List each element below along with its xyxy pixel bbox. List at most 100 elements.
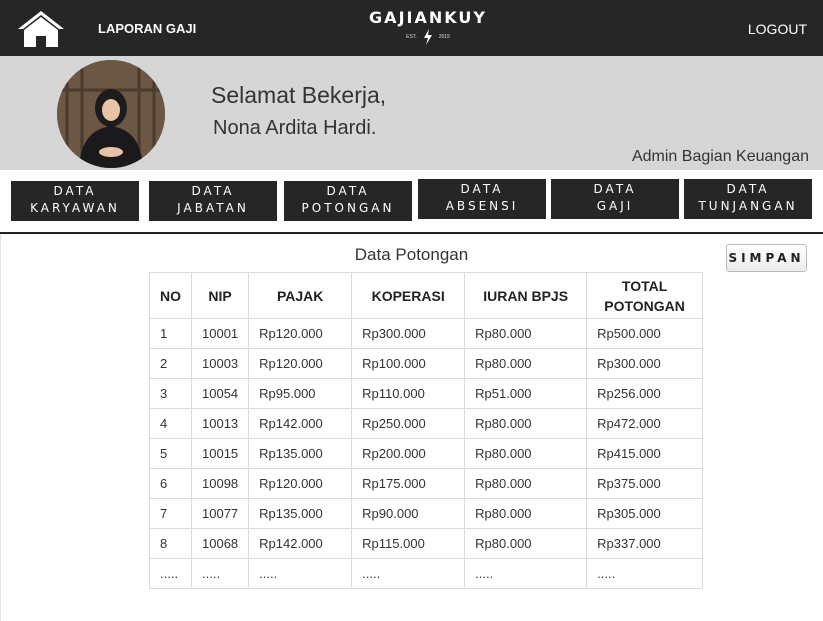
save-button[interactable]: SIMPAN <box>726 244 807 272</box>
menu-data-karyawan[interactable]: DATA KARYAWAN <box>11 181 139 221</box>
cell-koperasi: Rp175.000 <box>351 468 466 499</box>
cell-nip: 10098 <box>190 468 250 499</box>
cell-nip: 10015 <box>190 438 250 469</box>
cell-total-potongan: Rp305.000 <box>586 498 703 529</box>
menu-line1: DATA <box>726 182 770 196</box>
table-row: 6 10098 Rp120.000 Rp175.000 Rp80.000 Rp375.00… <box>149 468 703 499</box>
cell-total-potongan: Rp415.000 <box>586 438 703 469</box>
brand-year: 2019 <box>438 34 450 40</box>
menu-line1: DATA <box>326 184 370 198</box>
cell-nip: ..... <box>190 558 250 589</box>
cell-nip: 10013 <box>190 408 250 439</box>
avatar <box>57 60 165 168</box>
table-row: 4 10013 Rp142.000 Rp250.000 Rp80.000 Rp472.00… <box>149 408 703 439</box>
cell-koperasi: Rp250.000 <box>351 408 466 439</box>
cell-no: ..... <box>149 558 192 589</box>
menu-line2: TUNJANGAN <box>698 199 798 213</box>
cell-total-potongan: Rp375.000 <box>586 468 703 499</box>
table-row: 2 10003 Rp120.000 Rp100.000 Rp80.000 Rp300.00… <box>149 348 703 379</box>
cell-no: 2 <box>149 348 192 379</box>
menu-line1: DATA <box>53 184 97 198</box>
header-nip: NIP <box>190 272 250 319</box>
cell-koperasi: ..... <box>351 558 466 589</box>
home-button[interactable] <box>16 9 66 49</box>
menu-line1: DATA <box>460 182 504 196</box>
logout-link[interactable]: LOGOUT <box>748 21 807 37</box>
menu-data-potongan[interactable]: DATA POTONGAN <box>284 181 412 221</box>
header-no: NO <box>149 272 192 319</box>
cell-nip: 10001 <box>190 318 250 349</box>
top-navbar: LAPORAN GAJI GAJIANKUY EST. 2019 LOGOUT <box>0 0 823 56</box>
header-pajak: PAJAK <box>248 272 353 319</box>
cell-total-potongan: ..... <box>586 558 703 589</box>
cell-iuran-bpjs: Rp80.000 <box>464 498 588 529</box>
cell-koperasi: Rp200.000 <box>351 438 466 469</box>
cell-total-potongan: Rp256.000 <box>586 378 703 409</box>
cell-no: 8 <box>149 528 192 559</box>
cell-no: 3 <box>149 378 192 409</box>
header-koperasi: KOPERASI <box>351 272 466 319</box>
menu-data-gaji[interactable]: DATA GAJI <box>551 179 679 219</box>
table-header-row: NO NIP PAJAK KOPERASI IURAN BPJS TOTAL P… <box>149 272 703 319</box>
page-title: Data Potongan <box>354 245 469 264</box>
table-row: 3 10054 Rp95.000 Rp110.000 Rp51.000 Rp256.000 <box>149 378 703 409</box>
table-body: 1 10001 Rp120.000 Rp300.000 Rp80.000 Rp500.00… <box>149 318 703 589</box>
brand-logo: GAJIANKUY EST. 2019 <box>366 8 490 45</box>
home-icon <box>18 11 64 47</box>
table-row: .............................. <box>149 558 703 589</box>
cell-no: 4 <box>149 408 192 439</box>
cell-koperasi: Rp110.000 <box>351 378 466 409</box>
menu-line2: KARYAWAN <box>30 201 120 215</box>
cell-koperasi: Rp100.000 <box>351 348 466 379</box>
cell-total-potongan: Rp472.000 <box>586 408 703 439</box>
header-total-potongan: TOTAL POTONGAN <box>586 272 703 319</box>
menu-line2: POTONGAN <box>301 201 395 215</box>
menu-line2: JABATAN <box>177 201 249 215</box>
cell-pajak: Rp120.000 <box>248 468 353 499</box>
cell-nip: 10003 <box>190 348 250 379</box>
cell-pajak: ..... <box>248 558 353 589</box>
greeting-text: Selamat Bekerja, <box>211 82 387 108</box>
cell-iuran-bpjs: Rp80.000 <box>464 528 588 559</box>
nav-laporan-gaji[interactable]: LAPORAN GAJI <box>98 21 196 36</box>
table-row: 7 10077 Rp135.000 Rp90.000 Rp80.000 Rp305.000 <box>149 498 703 529</box>
cell-iuran-bpjs: Rp80.000 <box>464 468 588 499</box>
cell-iuran-bpjs: Rp80.000 <box>464 408 588 439</box>
lightning-icon <box>423 29 432 45</box>
cell-total-potongan: Rp500.000 <box>586 318 703 349</box>
section-divider <box>0 232 823 234</box>
user-role: Admin Bagian Keuangan <box>631 148 809 165</box>
potongan-table: NO NIP PAJAK KOPERASI IURAN BPJS TOTAL P… <box>149 272 703 589</box>
table-row: 8 10068 Rp142.000 Rp115.000 Rp80.000 Rp337.00… <box>149 528 703 559</box>
cell-no: 6 <box>149 468 192 499</box>
menu-line2: ABSENSI <box>445 199 519 213</box>
cell-pajak: Rp135.000 <box>248 498 353 529</box>
cell-iuran-bpjs: Rp80.000 <box>464 438 588 469</box>
cell-total-potongan: Rp300.000 <box>586 348 703 379</box>
cell-nip: 10068 <box>190 528 250 559</box>
cell-koperasi: Rp90.000 <box>351 498 466 529</box>
cell-pajak: Rp120.000 <box>248 318 353 349</box>
cell-pajak: Rp142.000 <box>248 408 353 439</box>
cell-pajak: Rp120.000 <box>248 348 353 379</box>
cell-pajak: Rp95.000 <box>248 378 353 409</box>
menu-data-jabatan[interactable]: DATA JABATAN <box>149 181 277 221</box>
table-row: 5 10015 Rp135.000 Rp200.000 Rp80.000 Rp415.00… <box>149 438 703 469</box>
cell-nip: 10054 <box>190 378 250 409</box>
menu-data-absensi[interactable]: DATA ABSENSI <box>418 179 546 219</box>
cell-pajak: Rp135.000 <box>248 438 353 469</box>
cell-no: 7 <box>149 498 192 529</box>
brand-name: GAJIANKUY <box>369 8 487 27</box>
table-row: 1 10001 Rp120.000 Rp300.000 Rp80.000 Rp500.00… <box>149 318 703 349</box>
cell-iuran-bpjs: ..... <box>464 558 588 589</box>
cell-no: 5 <box>149 438 192 469</box>
cell-pajak: Rp142.000 <box>248 528 353 559</box>
content-border <box>0 234 1 621</box>
menu-line1: DATA <box>191 184 235 198</box>
menu-line2: GAJI <box>596 199 634 213</box>
menu-line1: DATA <box>593 182 637 196</box>
brand-est: EST. <box>406 34 417 40</box>
cell-nip: 10077 <box>190 498 250 529</box>
cell-iuran-bpjs: Rp80.000 <box>464 318 588 349</box>
menu-data-tunjangan[interactable]: DATA TUNJANGAN <box>684 179 812 219</box>
